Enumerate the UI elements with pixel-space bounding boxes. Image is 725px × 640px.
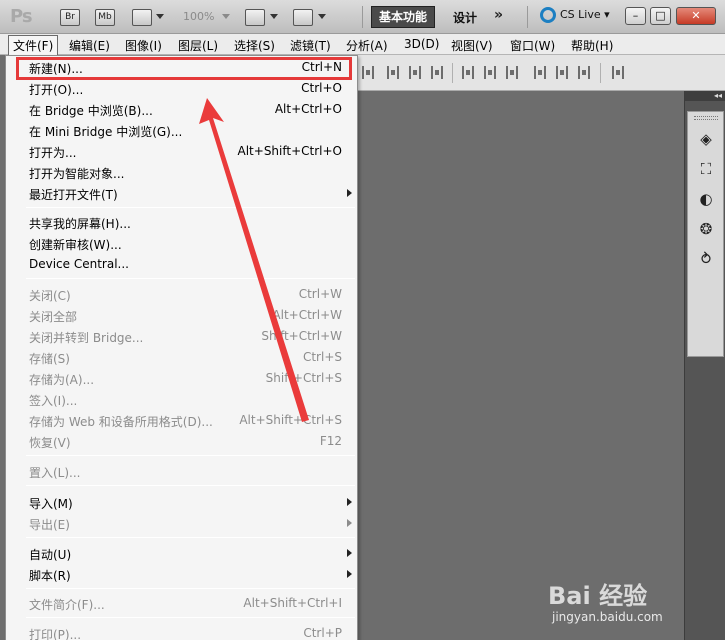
baidu-logo: Bai 经验 — [548, 582, 648, 610]
watermark-url: jingyan.baidu.com — [552, 610, 663, 624]
baidu-watermark: Bai 经验 jingyan.baidu.com — [548, 576, 708, 636]
annotation-arrow — [199, 98, 309, 422]
annotation-arrow-shape — [199, 98, 309, 422]
